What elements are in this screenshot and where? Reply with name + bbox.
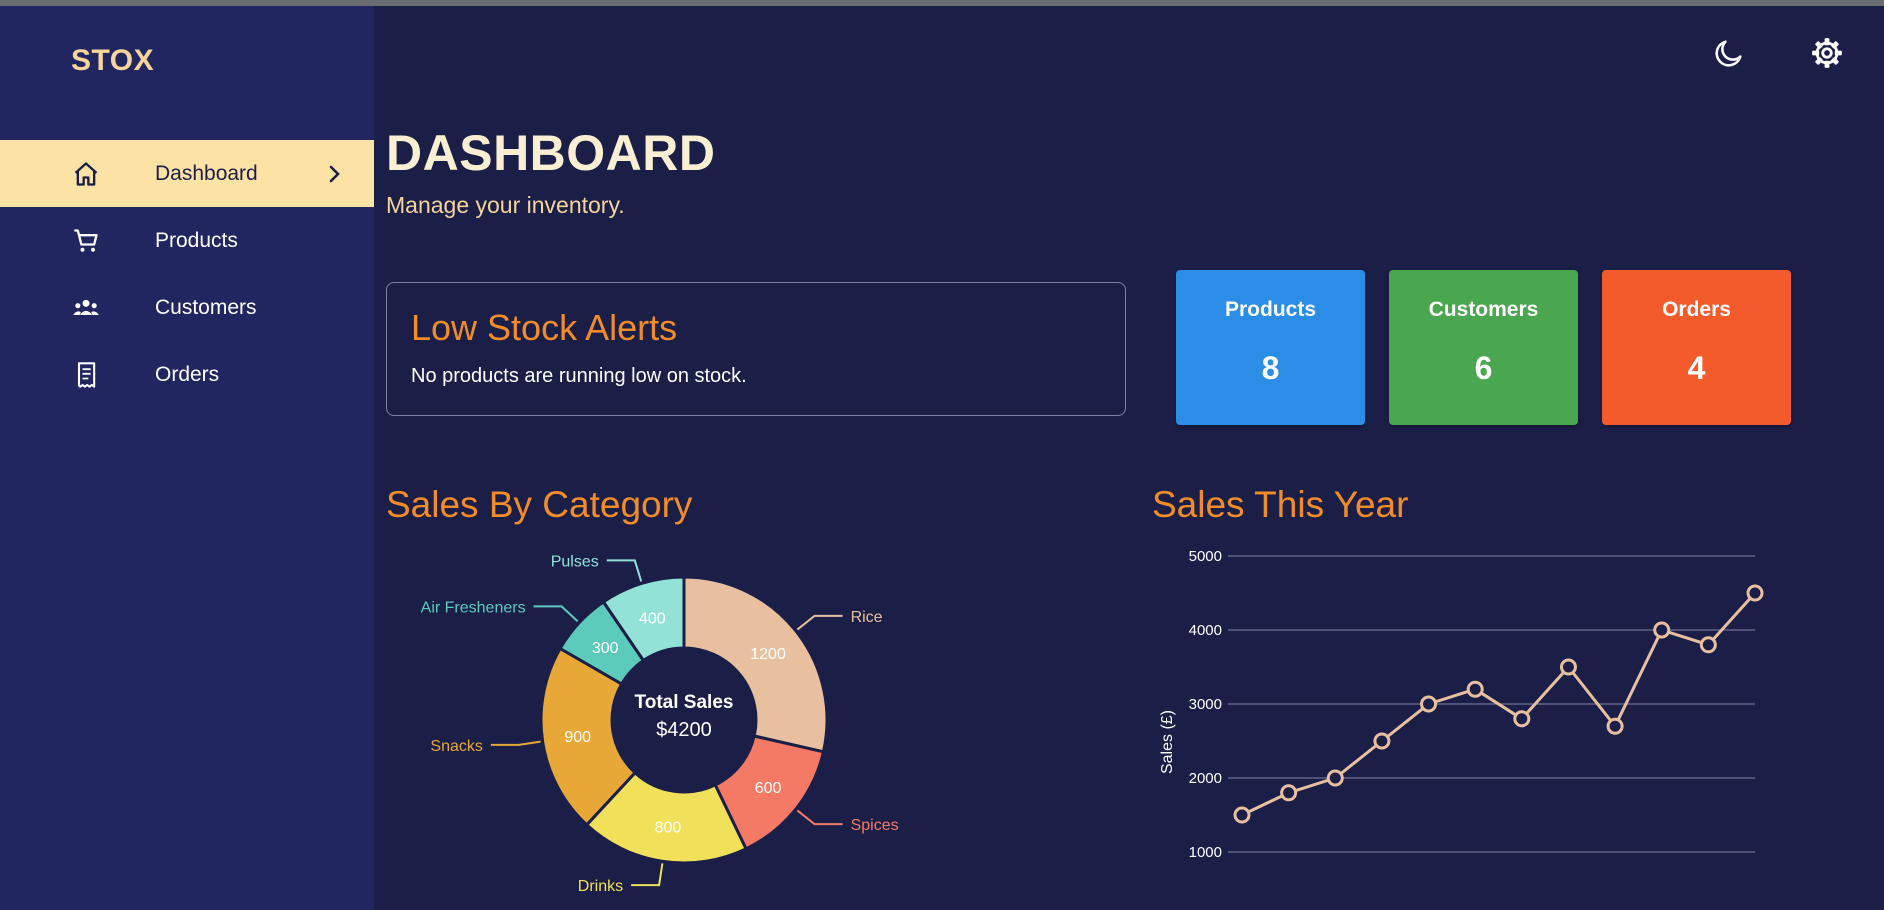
slice-category-label: Pulses — [551, 553, 599, 570]
sidebar-item-label: Dashboard — [155, 161, 258, 185]
sidebar: STOX Dashboard Products Customers Orders — [0, 6, 374, 910]
sales-by-category-chart: 1200 Rice 600 Spices 800 Drinks 900 Snacks 300 Ai… — [421, 553, 899, 895]
donut-center-label: Total Sales — [635, 692, 734, 713]
sales-this-year-chart: 5000 4000 3000 2000 1000 Sales (£) — [1159, 548, 1764, 861]
slice-value-label: 600 — [755, 780, 782, 797]
data-point[interactable] — [1373, 732, 1391, 750]
page-title: DASHBOARD — [386, 125, 716, 181]
slice-value-label: 400 — [639, 610, 666, 627]
sales-this-year-title: Sales This Year — [1152, 484, 1409, 525]
y-axis-label: Sales (£) — [1159, 710, 1176, 774]
data-point[interactable] — [1233, 806, 1251, 824]
sidebar-item-label: Customers — [155, 295, 257, 319]
slice-value-label: 900 — [564, 729, 591, 746]
moon-icon[interactable] — [1712, 36, 1746, 70]
sidebar-item-label: Products — [155, 228, 238, 252]
stat-card-customers[interactable]: Customers 6 — [1389, 270, 1578, 425]
line-grid: 5000 4000 3000 2000 1000 — [1189, 548, 1755, 861]
data-point[interactable] — [1606, 717, 1624, 735]
slice-category-label: Rice — [851, 609, 883, 626]
low-stock-message: No products are running low on stock. — [411, 365, 747, 387]
stat-label: Products — [1224, 298, 1316, 321]
data-point[interactable] — [1699, 636, 1717, 654]
stat-value: 4 — [1687, 350, 1706, 386]
slice-leader-line — [796, 614, 843, 631]
sales-by-category-title: Sales By Category — [386, 484, 693, 525]
page-subtitle: Manage your inventory. — [386, 192, 625, 218]
chevron-right-icon — [329, 165, 340, 183]
y-tick-label: 5000 — [1189, 548, 1222, 565]
y-tick-label: 3000 — [1189, 696, 1222, 713]
stat-card-products[interactable]: Products 8 — [1176, 270, 1365, 425]
y-tick-label: 4000 — [1189, 622, 1222, 639]
stat-label: Customers — [1428, 298, 1539, 321]
data-point[interactable] — [1466, 680, 1484, 698]
data-point[interactable] — [1326, 769, 1344, 787]
data-point[interactable] — [1746, 584, 1764, 602]
slice-category-label: Drinks — [578, 878, 623, 895]
slice-leader-line — [606, 559, 643, 582]
slice-value-label: 1200 — [750, 646, 786, 663]
low-stock-alerts-panel: Low Stock Alerts No products are running… — [386, 282, 1126, 416]
receipt-icon — [77, 362, 96, 388]
stat-card-orders[interactable]: Orders 4 — [1602, 270, 1791, 425]
y-tick-label: 2000 — [1189, 770, 1222, 787]
slice-category-label: Spices — [851, 817, 899, 834]
people-icon — [73, 299, 99, 315]
data-point[interactable] — [1513, 710, 1531, 728]
sidebar-item-dashboard[interactable]: Dashboard — [0, 140, 374, 207]
low-stock-title: Low Stock Alerts — [411, 307, 678, 348]
donut-center-value: $4200 — [656, 719, 712, 741]
sidebar-item-products[interactable]: Products — [0, 207, 374, 274]
stat-value: 8 — [1261, 350, 1280, 386]
sidebar-item-orders[interactable]: Orders — [0, 341, 374, 408]
slice-value-label: 800 — [655, 819, 682, 836]
slice-value-label: 300 — [592, 640, 619, 657]
y-tick-label: 1000 — [1189, 844, 1222, 861]
cart-icon — [74, 229, 98, 252]
sidebar-item-customers[interactable]: Customers — [0, 274, 374, 341]
slice-category-label: Air Fresheners — [421, 599, 526, 616]
data-point[interactable] — [1280, 784, 1298, 802]
home-icon — [74, 162, 98, 186]
slice-leader-line — [490, 740, 541, 746]
data-point[interactable] — [1559, 658, 1577, 676]
stat-label: Orders — [1662, 298, 1731, 321]
data-point[interactable] — [1420, 695, 1438, 713]
app-logo[interactable]: STOX — [71, 44, 154, 78]
gear-icon[interactable] — [1810, 36, 1844, 70]
slice-leader-line — [631, 863, 664, 887]
sidebar-item-label: Orders — [155, 362, 220, 386]
slice-leader-line — [533, 605, 579, 623]
data-point[interactable] — [1653, 621, 1671, 639]
stat-value: 6 — [1474, 350, 1493, 386]
slice-leader-line — [796, 809, 843, 826]
slice-category-label: Snacks — [430, 738, 482, 755]
